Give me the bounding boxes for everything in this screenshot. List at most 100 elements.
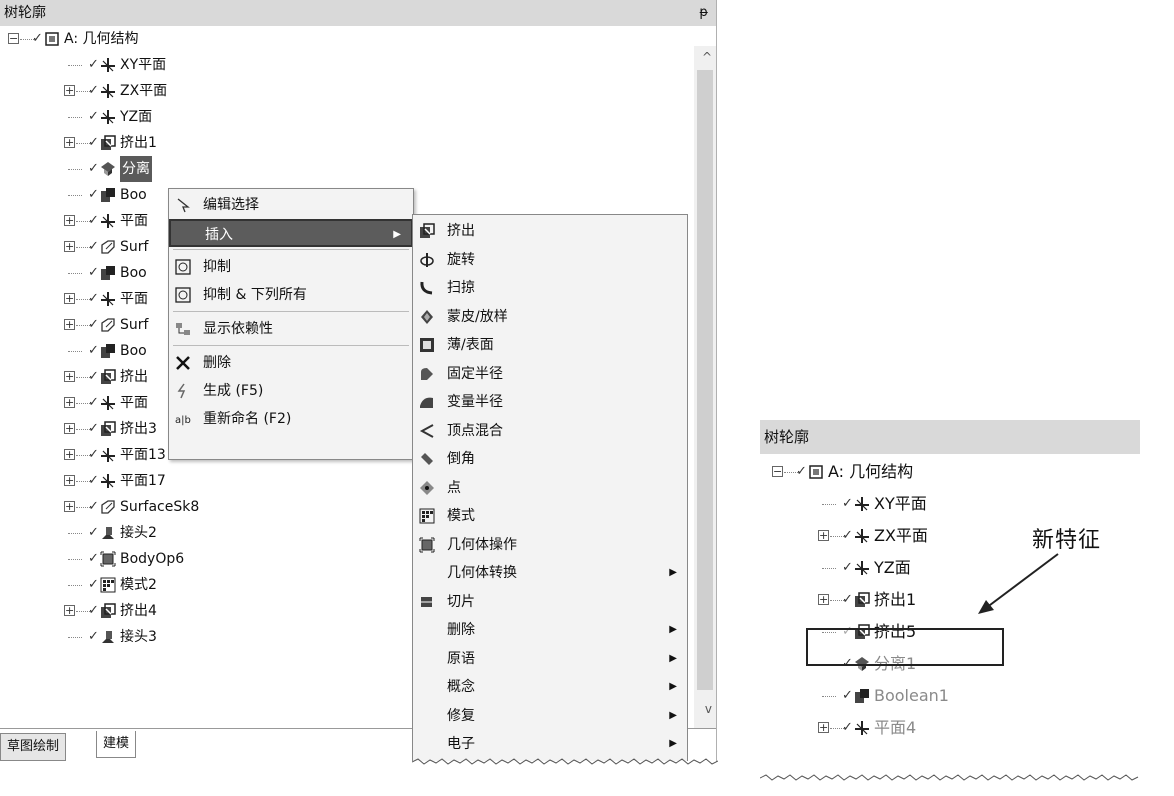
- menu-item[interactable]: 删除: [169, 349, 413, 377]
- menu-item[interactable]: 蒙皮/放样: [413, 303, 687, 332]
- check-icon: ✓: [842, 560, 853, 575]
- tree-item-label: YZ面: [874, 558, 911, 577]
- expand-icon[interactable]: +: [64, 423, 75, 434]
- scroll-up-icon[interactable]: ^: [702, 50, 712, 64]
- tree-item-label: 挤出: [120, 369, 148, 385]
- delete-icon: [176, 356, 190, 370]
- menu-item-label: 几何体操作: [447, 536, 517, 553]
- check-icon: ✓: [88, 83, 99, 98]
- menu-item[interactable]: 倒角: [413, 445, 687, 474]
- expand-icon[interactable]: +: [64, 215, 75, 226]
- panel-title-bar: 树轮廓: [760, 420, 1140, 454]
- plane-icon: [101, 474, 115, 488]
- menu-item[interactable]: 抑制 & 下列所有: [169, 281, 413, 309]
- expand-icon[interactable]: +: [64, 293, 75, 304]
- menu-item[interactable]: 切片: [413, 588, 687, 617]
- submenu-arrow-icon: ▶: [669, 709, 677, 721]
- submenu-arrow-icon: ▶: [669, 681, 677, 692]
- pin-icon[interactable]: ᵽ: [699, 0, 708, 26]
- menu-item-label: 概念: [447, 679, 475, 695]
- tree-item-label: ZX平面: [874, 526, 928, 545]
- check-icon: ✓: [88, 109, 99, 124]
- expand-icon[interactable]: +: [64, 475, 75, 486]
- expand-icon[interactable]: +: [64, 397, 75, 408]
- generate-icon: [177, 383, 186, 399]
- collapse-icon[interactable]: −: [8, 33, 19, 44]
- menu-item[interactable]: 生成 (F5): [169, 377, 413, 405]
- menu-item[interactable]: 插入 ▶: [169, 219, 413, 247]
- menu-item[interactable]: 显示依赖性: [169, 315, 413, 343]
- menu-item-label: 修复: [447, 707, 475, 724]
- tree-item-label: 分离: [120, 156, 152, 182]
- check-icon: ✓: [88, 343, 99, 358]
- callout-arrow-icon: [978, 553, 1059, 614]
- menu-separator: [173, 311, 409, 312]
- menu-item-label: 变量半径: [447, 394, 503, 410]
- menu-item[interactable]: a|b 重新命名 (F2): [169, 405, 413, 433]
- menu-item[interactable]: 电子 ▶: [413, 730, 687, 759]
- expand-icon[interactable]: +: [64, 605, 75, 616]
- menu-item[interactable]: 抑制: [169, 253, 413, 281]
- menu-item[interactable]: 薄/表面: [413, 331, 687, 360]
- expand-icon[interactable]: +: [64, 449, 75, 460]
- menu-item[interactable]: 修复 ▶: [413, 702, 687, 731]
- tab-sketching[interactable]: 草图绘制: [0, 733, 67, 761]
- menu-item[interactable]: 删除 ▶: [413, 616, 687, 645]
- tree-item-label: 挤出1: [120, 135, 157, 151]
- collapse-icon[interactable]: −: [772, 466, 783, 477]
- tab-modeling[interactable]: 建模: [96, 731, 137, 758]
- context-menu: 编辑选择 插入 ▶ 抑制 抑制 & 下列所有 显示依赖性删除 生成 (F5) a|b 重新命名 …: [168, 188, 414, 460]
- tree-connector: [68, 559, 82, 561]
- expand-icon[interactable]: +: [64, 371, 75, 382]
- scrollbar-thumb[interactable]: [697, 70, 713, 690]
- menu-item[interactable]: 旋转: [413, 246, 687, 275]
- tree-connector: [68, 637, 82, 639]
- tree-item-label: Boo: [120, 187, 147, 203]
- pattern-icon: [100, 577, 116, 593]
- skin-loft-icon: [421, 309, 433, 324]
- expand-icon[interactable]: +: [818, 530, 829, 541]
- suppress-icon: [175, 287, 191, 303]
- menu-item-label: 扫掠: [447, 280, 475, 296]
- menu-item-label: 模式: [447, 508, 475, 524]
- expand-icon[interactable]: +: [64, 501, 75, 512]
- menu-item[interactable]: 原语 ▶: [413, 645, 687, 674]
- vertical-scrollbar[interactable]: [694, 46, 716, 728]
- menu-item[interactable]: 扫掠: [413, 274, 687, 303]
- expand-icon[interactable]: +: [64, 85, 75, 96]
- check-icon: ✓: [88, 291, 99, 306]
- panel-title-bar: 树轮廓 ᵽ: [0, 0, 716, 26]
- extrude-icon: [101, 603, 116, 618]
- menu-item[interactable]: 几何体转换 ▶: [413, 559, 687, 588]
- submenu-arrow-icon: ▶: [669, 652, 677, 664]
- expand-icon[interactable]: +: [818, 594, 829, 605]
- expand-icon[interactable]: +: [64, 137, 75, 148]
- expand-icon[interactable]: +: [64, 241, 75, 252]
- menu-item[interactable]: 点: [413, 474, 687, 503]
- boolean-icon: [101, 266, 115, 280]
- tree-item-label: SurfaceSk8: [120, 499, 200, 515]
- tree-item-label: 平面: [120, 213, 148, 229]
- scroll-down-icon[interactable]: v: [705, 702, 712, 716]
- menu-item[interactable]: 模式: [413, 502, 687, 531]
- menu-item[interactable]: 固定半径: [413, 360, 687, 389]
- submenu-arrow-icon: ▶: [393, 229, 401, 240]
- menu-item[interactable]: 概念 ▶: [413, 673, 687, 702]
- check-icon: ✓: [88, 421, 99, 436]
- tree-connector: [68, 195, 82, 197]
- geometry-icon: [809, 465, 823, 479]
- check-icon: ✓: [88, 317, 99, 332]
- tree-item-label: 平面4: [874, 718, 917, 737]
- menu-item[interactable]: 编辑选择: [169, 191, 413, 219]
- check-icon: ✓: [88, 187, 99, 202]
- svg-text:a|b: a|b: [175, 415, 191, 426]
- menu-item[interactable]: 挤出: [413, 217, 687, 246]
- insert-submenu: 挤出 旋转扫掠蒙皮/放样 薄/表面 固定半径变量半径顶点混合 倒角点模式几何体操作几何体…: [412, 214, 688, 761]
- expand-icon[interactable]: +: [818, 722, 829, 733]
- menu-item[interactable]: 顶点混合: [413, 417, 687, 446]
- menu-item[interactable]: 几何体操作: [413, 531, 687, 560]
- tree-connector: [68, 533, 82, 535]
- menu-item[interactable]: 变量半径: [413, 388, 687, 417]
- expand-icon[interactable]: +: [64, 319, 75, 330]
- revolve-icon: [420, 252, 434, 267]
